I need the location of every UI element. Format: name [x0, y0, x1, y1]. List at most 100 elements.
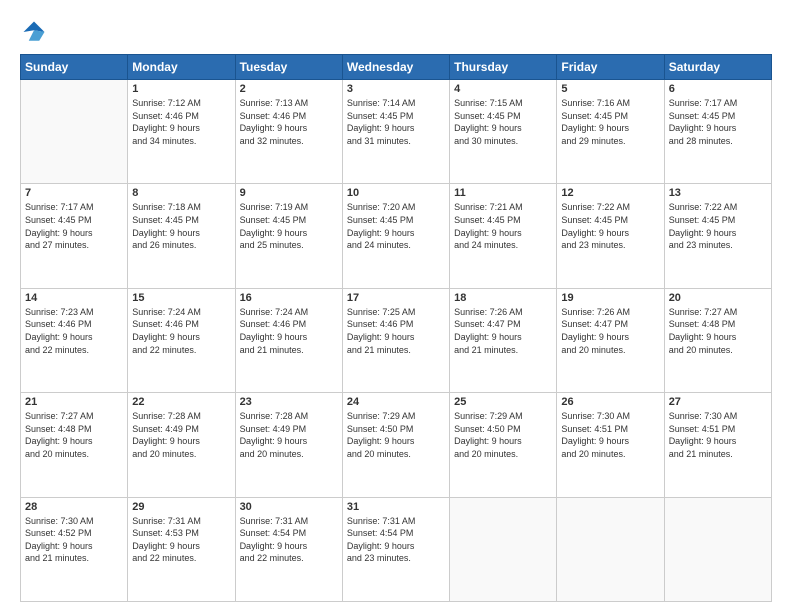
logo — [20, 18, 52, 46]
day-info: Sunrise: 7:12 AM Sunset: 4:46 PM Dayligh… — [132, 97, 230, 147]
day-number: 24 — [347, 396, 445, 408]
day-number: 31 — [347, 501, 445, 513]
calendar-cell: 11 Sunrise: 7:21 AM Sunset: 4:45 PM Dayli… — [450, 184, 557, 288]
calendar-cell — [21, 80, 128, 184]
calendar-cell: 15 Sunrise: 7:24 AM Sunset: 4:46 PM Dayli… — [128, 288, 235, 392]
page: SundayMondayTuesdayWednesdayThursdayFrid… — [0, 0, 792, 612]
calendar-cell: 8 Sunrise: 7:18 AM Sunset: 4:45 PM Daylig… — [128, 184, 235, 288]
day-info: Sunrise: 7:18 AM Sunset: 4:45 PM Dayligh… — [132, 201, 230, 251]
day-info: Sunrise: 7:30 AM Sunset: 4:51 PM Dayligh… — [561, 410, 659, 460]
calendar-cell: 3Sunrise: 7:14 AM Sunset: 4:45 PM Daylig… — [342, 80, 449, 184]
day-info: Sunrise: 7:24 AM Sunset: 4:46 PM Dayligh… — [240, 306, 338, 356]
day-number: 4 — [454, 83, 552, 95]
day-number: 6 — [669, 83, 767, 95]
weekday-header-thursday: Thursday — [450, 55, 557, 80]
day-number: 30 — [240, 501, 338, 513]
calendar-cell: 28 Sunrise: 7:30 AM Sunset: 4:52 PM Dayli… — [21, 497, 128, 601]
day-info: Sunrise: 7:22 AM Sunset: 4:45 PM Dayligh… — [561, 201, 659, 251]
day-number: 28 — [25, 501, 123, 513]
day-info: Sunrise: 7:28 AM Sunset: 4:49 PM Dayligh… — [240, 410, 338, 460]
day-number: 5 — [561, 83, 659, 95]
day-number: 1 — [132, 83, 230, 95]
calendar-cell: 14Sunrise: 7:23 AM Sunset: 4:46 PM Dayli… — [21, 288, 128, 392]
day-info: Sunrise: 7:20 AM Sunset: 4:45 PM Dayligh… — [347, 201, 445, 251]
calendar-cell: 1 Sunrise: 7:12 AM Sunset: 4:46 PM Daylig… — [128, 80, 235, 184]
calendar-week-0: 1 Sunrise: 7:12 AM Sunset: 4:46 PM Daylig… — [21, 80, 772, 184]
calendar-cell — [664, 497, 771, 601]
day-info: Sunrise: 7:31 AM Sunset: 4:54 PM Dayligh… — [347, 515, 445, 565]
logo-icon — [20, 18, 48, 46]
day-info: Sunrise: 7:15 AM Sunset: 4:45 PM Dayligh… — [454, 97, 552, 147]
calendar-cell: 31 Sunrise: 7:31 AM Sunset: 4:54 PM Dayli… — [342, 497, 449, 601]
calendar-cell: 18 Sunrise: 7:26 AM Sunset: 4:47 PM Dayli… — [450, 288, 557, 392]
day-number: 16 — [240, 292, 338, 304]
day-number: 14 — [25, 292, 123, 304]
calendar-table: SundayMondayTuesdayWednesdayThursdayFrid… — [20, 54, 772, 602]
day-info: Sunrise: 7:29 AM Sunset: 4:50 PM Dayligh… — [454, 410, 552, 460]
calendar-cell: 27 Sunrise: 7:30 AM Sunset: 4:51 PM Dayli… — [664, 393, 771, 497]
calendar-cell: 29Sunrise: 7:31 AM Sunset: 4:53 PM Dayli… — [128, 497, 235, 601]
weekday-header-tuesday: Tuesday — [235, 55, 342, 80]
calendar-header: SundayMondayTuesdayWednesdayThursdayFrid… — [21, 55, 772, 80]
calendar-cell: 16 Sunrise: 7:24 AM Sunset: 4:46 PM Dayli… — [235, 288, 342, 392]
day-info: Sunrise: 7:27 AM Sunset: 4:48 PM Dayligh… — [669, 306, 767, 356]
day-number: 19 — [561, 292, 659, 304]
calendar-cell: 6 Sunrise: 7:17 AM Sunset: 4:45 PM Daylig… — [664, 80, 771, 184]
calendar-cell: 17Sunrise: 7:25 AM Sunset: 4:46 PM Dayli… — [342, 288, 449, 392]
day-info: Sunrise: 7:24 AM Sunset: 4:46 PM Dayligh… — [132, 306, 230, 356]
calendar-cell: 13 Sunrise: 7:22 AM Sunset: 4:45 PM Dayli… — [664, 184, 771, 288]
weekday-header-monday: Monday — [128, 55, 235, 80]
day-number: 13 — [669, 187, 767, 199]
weekday-header-sunday: Sunday — [21, 55, 128, 80]
calendar-cell: 5 Sunrise: 7:16 AM Sunset: 4:45 PM Daylig… — [557, 80, 664, 184]
header — [20, 18, 772, 46]
calendar-cell: 12Sunrise: 7:22 AM Sunset: 4:45 PM Dayli… — [557, 184, 664, 288]
weekday-header-wednesday: Wednesday — [342, 55, 449, 80]
day-info: Sunrise: 7:26 AM Sunset: 4:47 PM Dayligh… — [454, 306, 552, 356]
calendar-week-4: 28 Sunrise: 7:30 AM Sunset: 4:52 PM Dayli… — [21, 497, 772, 601]
day-number: 15 — [132, 292, 230, 304]
day-info: Sunrise: 7:27 AM Sunset: 4:48 PM Dayligh… — [25, 410, 123, 460]
calendar-cell: 7 Sunrise: 7:17 AM Sunset: 4:45 PM Daylig… — [21, 184, 128, 288]
day-info: Sunrise: 7:19 AM Sunset: 4:45 PM Dayligh… — [240, 201, 338, 251]
calendar-cell: 23Sunrise: 7:28 AM Sunset: 4:49 PM Dayli… — [235, 393, 342, 497]
day-info: Sunrise: 7:21 AM Sunset: 4:45 PM Dayligh… — [454, 201, 552, 251]
day-number: 17 — [347, 292, 445, 304]
calendar-cell: 4 Sunrise: 7:15 AM Sunset: 4:45 PM Daylig… — [450, 80, 557, 184]
day-number: 11 — [454, 187, 552, 199]
calendar-cell: 20 Sunrise: 7:27 AM Sunset: 4:48 PM Dayli… — [664, 288, 771, 392]
day-number: 8 — [132, 187, 230, 199]
day-number: 9 — [240, 187, 338, 199]
calendar-cell: 21Sunrise: 7:27 AM Sunset: 4:48 PM Dayli… — [21, 393, 128, 497]
day-number: 18 — [454, 292, 552, 304]
calendar-cell: 25 Sunrise: 7:29 AM Sunset: 4:50 PM Dayli… — [450, 393, 557, 497]
day-info: Sunrise: 7:30 AM Sunset: 4:52 PM Dayligh… — [25, 515, 123, 565]
calendar-cell: 30Sunrise: 7:31 AM Sunset: 4:54 PM Dayli… — [235, 497, 342, 601]
day-number: 20 — [669, 292, 767, 304]
day-info: Sunrise: 7:17 AM Sunset: 4:45 PM Dayligh… — [669, 97, 767, 147]
day-number: 25 — [454, 396, 552, 408]
day-info: Sunrise: 7:26 AM Sunset: 4:47 PM Dayligh… — [561, 306, 659, 356]
day-number: 2 — [240, 83, 338, 95]
weekday-header-saturday: Saturday — [664, 55, 771, 80]
day-info: Sunrise: 7:17 AM Sunset: 4:45 PM Dayligh… — [25, 201, 123, 251]
calendar-cell: 2Sunrise: 7:13 AM Sunset: 4:46 PM Daylig… — [235, 80, 342, 184]
day-info: Sunrise: 7:16 AM Sunset: 4:45 PM Dayligh… — [561, 97, 659, 147]
day-info: Sunrise: 7:29 AM Sunset: 4:50 PM Dayligh… — [347, 410, 445, 460]
day-number: 26 — [561, 396, 659, 408]
calendar-cell: 26 Sunrise: 7:30 AM Sunset: 4:51 PM Dayli… — [557, 393, 664, 497]
day-number: 10 — [347, 187, 445, 199]
calendar-cell: 19 Sunrise: 7:26 AM Sunset: 4:47 PM Dayli… — [557, 288, 664, 392]
calendar-cell: 9 Sunrise: 7:19 AM Sunset: 4:45 PM Daylig… — [235, 184, 342, 288]
weekday-header-row: SundayMondayTuesdayWednesdayThursdayFrid… — [21, 55, 772, 80]
day-number: 7 — [25, 187, 123, 199]
calendar-week-2: 14Sunrise: 7:23 AM Sunset: 4:46 PM Dayli… — [21, 288, 772, 392]
calendar-cell — [557, 497, 664, 601]
day-info: Sunrise: 7:28 AM Sunset: 4:49 PM Dayligh… — [132, 410, 230, 460]
calendar-cell: 22Sunrise: 7:28 AM Sunset: 4:49 PM Dayli… — [128, 393, 235, 497]
day-info: Sunrise: 7:22 AM Sunset: 4:45 PM Dayligh… — [669, 201, 767, 251]
calendar-body: 1 Sunrise: 7:12 AM Sunset: 4:46 PM Daylig… — [21, 80, 772, 602]
day-info: Sunrise: 7:31 AM Sunset: 4:53 PM Dayligh… — [132, 515, 230, 565]
day-number: 27 — [669, 396, 767, 408]
day-info: Sunrise: 7:30 AM Sunset: 4:51 PM Dayligh… — [669, 410, 767, 460]
